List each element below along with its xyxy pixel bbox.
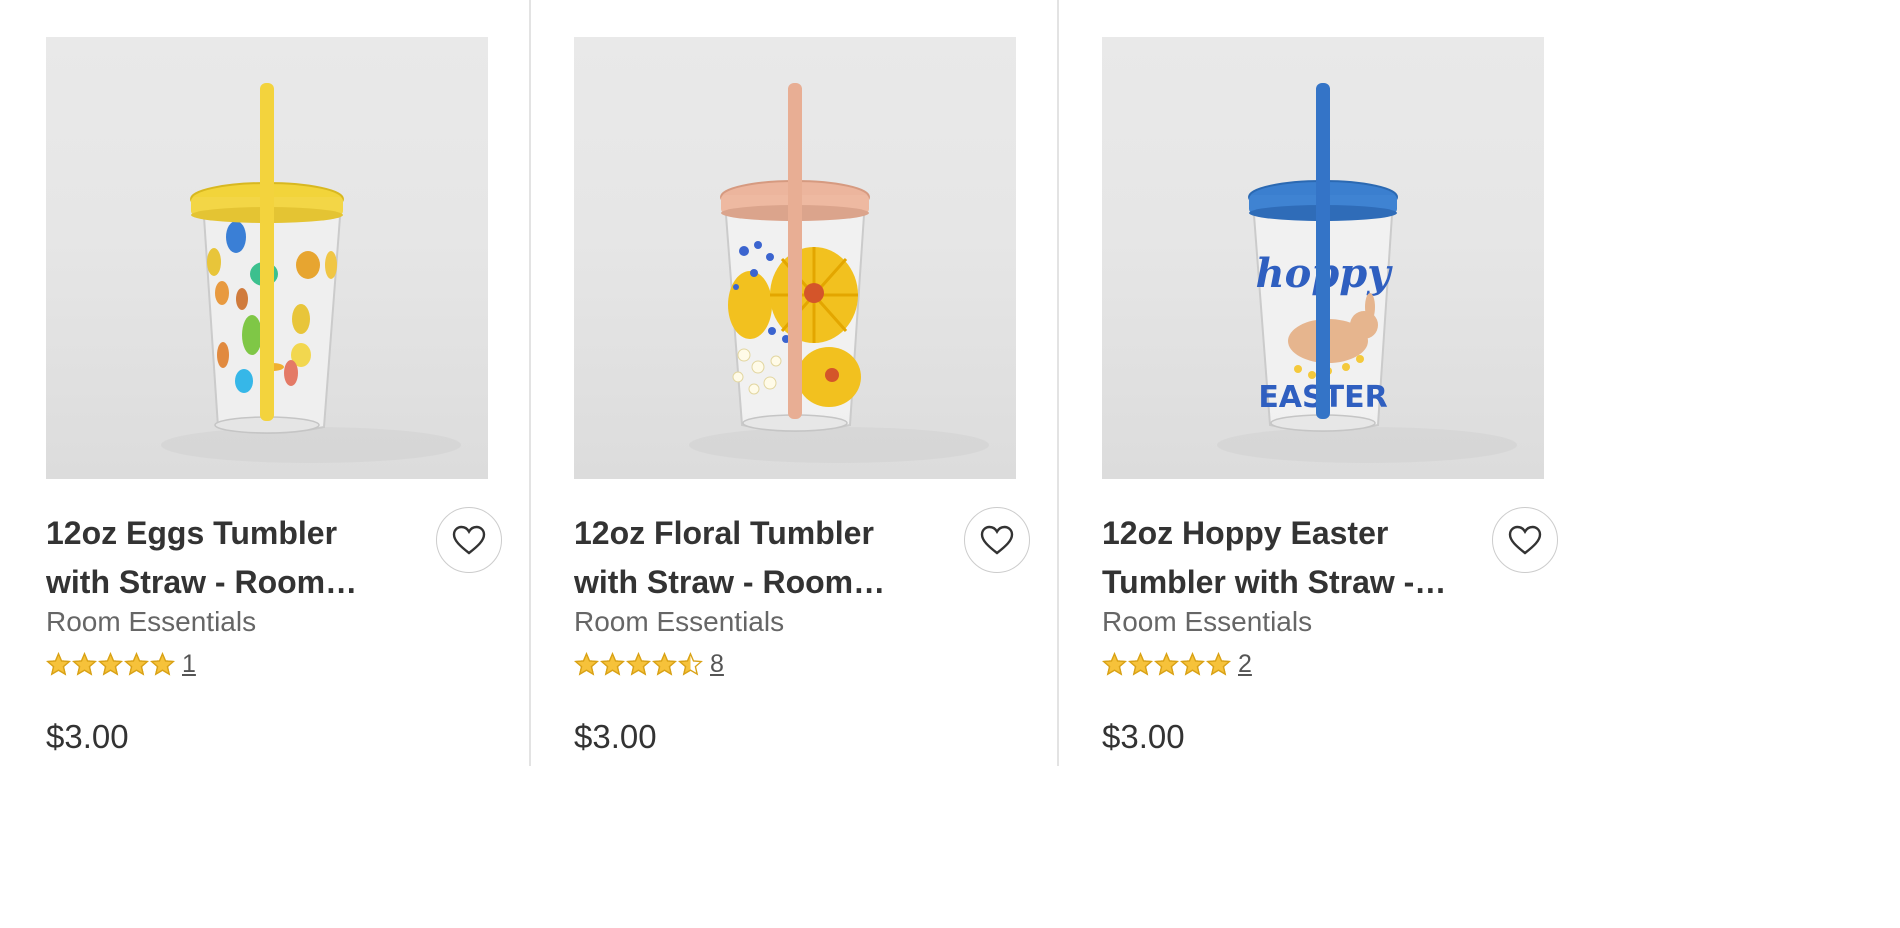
- tumbler-image: [161, 83, 461, 463]
- column-divider: [529, 0, 531, 766]
- star-icon: [1154, 651, 1179, 675]
- product-price: $3.00: [46, 718, 129, 755]
- product-brand[interactable]: Room Essentials: [574, 605, 1044, 639]
- star-icon: [98, 651, 123, 675]
- title-row: 12oz Hoppy Easter Tumbler with Straw - R…: [1102, 507, 1572, 609]
- star-rating: [1102, 651, 1232, 677]
- product-card[interactable]: 12oz Eggs Tumbler with Straw - Room Esse…: [46, 37, 516, 757]
- star-icon: [574, 651, 599, 675]
- product-title[interactable]: 12oz Eggs Tumbler with Straw - Room Esse…: [46, 509, 396, 607]
- product-card[interactable]: hoppy EASTER 12oz Hoppy Easter Tumbler w…: [1102, 37, 1572, 757]
- star-rating: [574, 651, 704, 677]
- star-icon: [626, 651, 651, 675]
- product-price: $3.00: [574, 718, 657, 755]
- star-icon: [124, 651, 149, 675]
- product-title[interactable]: 12oz Hoppy Easter Tumbler with Straw - R…: [1102, 509, 1452, 607]
- review-count-link[interactable]: 2: [1238, 649, 1252, 679]
- star-icon: [150, 651, 175, 675]
- heart-outline-icon: [452, 525, 486, 555]
- star-icon: [678, 651, 703, 675]
- rating[interactable]: 8: [574, 649, 1044, 679]
- heart-outline-icon: [980, 525, 1014, 555]
- favorite-button[interactable]: [436, 507, 502, 573]
- product-price: $3.00: [1102, 718, 1185, 755]
- favorite-button[interactable]: [964, 507, 1030, 573]
- favorite-button[interactable]: [1492, 507, 1558, 573]
- review-count-link[interactable]: 1: [182, 649, 196, 679]
- column-divider: [1057, 0, 1059, 766]
- rating[interactable]: 1: [46, 649, 516, 679]
- star-icon: [1128, 651, 1153, 675]
- star-icon: [1180, 651, 1205, 675]
- product-image[interactable]: [46, 37, 488, 479]
- star-icon: [1206, 651, 1231, 675]
- product-grid: 12oz Eggs Tumbler with Straw - Room Esse…: [0, 0, 1900, 928]
- product-title[interactable]: 12oz Floral Tumbler with Straw - Room Es…: [574, 509, 924, 607]
- star-icon: [652, 651, 677, 675]
- heart-outline-icon: [1508, 525, 1542, 555]
- star-icon: [600, 651, 625, 675]
- product-image[interactable]: hoppy EASTER: [1102, 37, 1544, 479]
- tumbler-image: hoppy EASTER: [1217, 83, 1517, 463]
- rating[interactable]: 2: [1102, 649, 1572, 679]
- product-brand[interactable]: Room Essentials: [1102, 605, 1572, 639]
- star-icon: [72, 651, 97, 675]
- title-row: 12oz Floral Tumbler with Straw - Room Es…: [574, 507, 1044, 609]
- star-rating: [46, 651, 176, 677]
- review-count-link[interactable]: 8: [710, 649, 724, 679]
- star-icon: [46, 651, 71, 675]
- star-icon: [1102, 651, 1127, 675]
- product-brand[interactable]: Room Essentials: [46, 605, 516, 639]
- product-card[interactable]: 12oz Floral Tumbler with Straw - Room Es…: [574, 37, 1044, 757]
- title-row: 12oz Eggs Tumbler with Straw - Room Esse…: [46, 507, 516, 609]
- product-image[interactable]: [574, 37, 1016, 479]
- tumbler-image: [689, 83, 989, 463]
